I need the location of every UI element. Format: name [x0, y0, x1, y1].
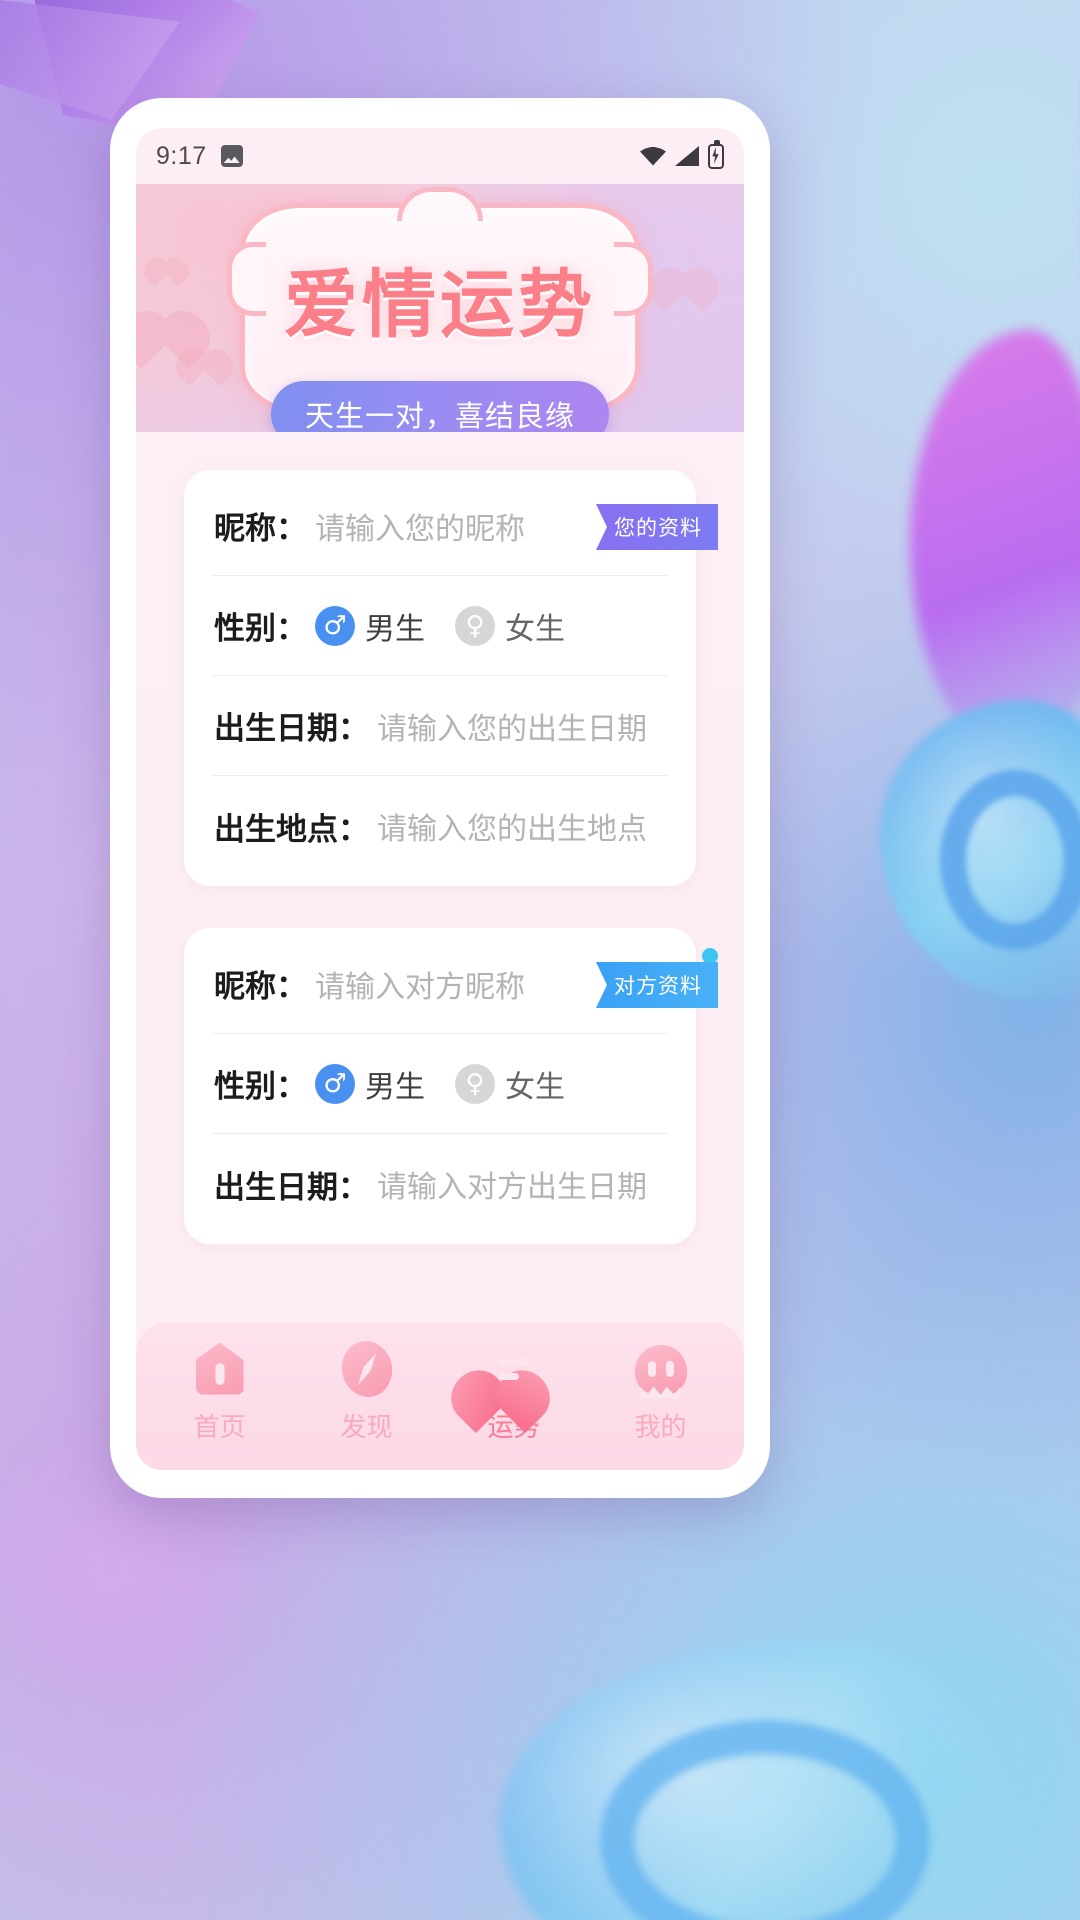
- background-blob-bottom: [500, 1640, 1020, 1920]
- status-bar-icons: [640, 139, 724, 169]
- heart-fortune-icon: [486, 1341, 542, 1397]
- label-partner-birthdate: 出生日期：: [214, 1169, 369, 1205]
- home-icon: [192, 1341, 248, 1397]
- heart-decoration-icon: [674, 250, 714, 284]
- partner-gender-option-female[interactable]: ♀ 女生: [455, 1062, 565, 1106]
- male-icon: ♂: [315, 605, 355, 646]
- row-birthplace[interactable]: 出生地点： 请输入您的出生地点: [212, 776, 668, 876]
- plaque-notch-top: [397, 187, 483, 221]
- background-ring-bottom: [600, 1720, 930, 1920]
- tab-home[interactable]: 首页: [146, 1341, 293, 1444]
- wifi-icon: [640, 147, 666, 166]
- ribbon-your-profile: 您的资料: [596, 504, 718, 550]
- row-birthdate[interactable]: 出生日期： 请输入您的出生日期: [212, 676, 668, 776]
- tab-fortune[interactable]: 运势: [440, 1341, 587, 1444]
- tab-home-label: 首页: [193, 1411, 246, 1442]
- partner-gender-male-label: 男生: [365, 1070, 425, 1104]
- label-birthdate: 出生日期：: [214, 711, 369, 746]
- profile-ghost-icon: [633, 1341, 689, 1397]
- banner-plaque: 爱情运势 天生一对，喜结良缘: [227, 187, 653, 432]
- card-partner-profile: 对方资料 昵称： 请输入对方昵称 性别： ♂ 男生 ♀ 女生 出生日期： 请输入…: [184, 928, 718, 1244]
- input-partner-nickname[interactable]: 请输入对方昵称: [315, 962, 525, 1006]
- row-partner-nickname[interactable]: 昵称： 请输入对方昵称: [212, 934, 668, 1034]
- ribbon-partner-profile: 对方资料: [596, 962, 718, 1008]
- heart-decoration-icon: [160, 246, 186, 268]
- heart-decoration-icon: [152, 288, 204, 332]
- image-icon: [220, 145, 243, 167]
- row-nickname[interactable]: 昵称： 请输入您的昵称: [212, 476, 668, 576]
- ribbon-dot-icon: [702, 948, 718, 964]
- row-gender[interactable]: 性别： ♂ 男生 ♀ 女生: [212, 576, 668, 676]
- gender-option-male[interactable]: ♂ 男生: [315, 604, 425, 648]
- status-bar: 9:17: [136, 128, 744, 184]
- background-blob-blue: [880, 700, 1080, 1000]
- input-partner-birthdate[interactable]: 请输入对方出生日期: [377, 1162, 647, 1206]
- row-partner-birthdate[interactable]: 出生日期： 请输入对方出生日期: [212, 1134, 668, 1234]
- tab-profile[interactable]: 我的: [587, 1341, 734, 1444]
- label-birthplace: 出生地点：: [214, 811, 369, 847]
- input-birthdate[interactable]: 请输入您的出生日期: [377, 704, 647, 748]
- partner-gender-option-male[interactable]: ♂ 男生: [315, 1062, 425, 1106]
- tab-discover-label: 发现: [340, 1411, 393, 1442]
- phone-screen: 9:17 爱情运势 天生一对，喜结良缘 您的资料 昵称： 请输入您的昵称 性别：…: [136, 128, 744, 1470]
- background-ring-blue: [940, 770, 1080, 950]
- tab-discover[interactable]: 发现: [293, 1335, 440, 1444]
- gender-female-label: 女生: [505, 612, 565, 646]
- compass-icon: [336, 1335, 397, 1402]
- form-content: 您的资料 昵称： 请输入您的昵称 性别： ♂ 男生 ♀ 女生 出生日期： 请输入…: [136, 432, 744, 1470]
- partner-gender-female-label: 女生: [505, 1070, 565, 1104]
- banner-subtitle-pill[interactable]: 天生一对，喜结良缘: [270, 381, 610, 432]
- male-icon: ♂: [315, 1063, 355, 1104]
- row-partner-gender[interactable]: 性别： ♂ 男生 ♀ 女生: [212, 1034, 668, 1134]
- heart-decoration-icon: [196, 334, 230, 362]
- tab-profile-label: 我的: [634, 1411, 687, 1442]
- female-icon: ♀: [455, 605, 495, 646]
- label-partner-gender: 性别：: [214, 1069, 307, 1104]
- label-partner-nickname: 昵称：: [214, 969, 307, 1004]
- input-birthplace[interactable]: 请输入您的出生地点: [377, 804, 647, 848]
- page-title: 爱情运势: [284, 262, 596, 348]
- gender-male-label: 男生: [365, 612, 425, 646]
- battery-icon: [708, 139, 724, 169]
- bottom-tab-bar: 首页 发现 运势 我的: [136, 1322, 744, 1470]
- label-gender: 性别：: [214, 611, 307, 646]
- status-bar-time: 9:17: [156, 141, 207, 170]
- card-your-profile: 您的资料 昵称： 请输入您的昵称 性别： ♂ 男生 ♀ 女生 出生日期： 请输入…: [184, 470, 718, 886]
- input-nickname[interactable]: 请输入您的昵称: [315, 504, 525, 548]
- signal-icon: [675, 146, 699, 166]
- phone-frame: 9:17 爱情运势 天生一对，喜结良缘 您的资料 昵称： 请输入您的昵称 性别：…: [110, 98, 770, 1498]
- hero-banner: 爱情运势 天生一对，喜结良缘: [136, 184, 744, 432]
- female-icon: ♀: [455, 1063, 495, 1104]
- gender-option-female[interactable]: ♀ 女生: [455, 604, 565, 648]
- background-blob-magenta: [910, 330, 1080, 750]
- label-nickname: 昵称：: [214, 511, 307, 546]
